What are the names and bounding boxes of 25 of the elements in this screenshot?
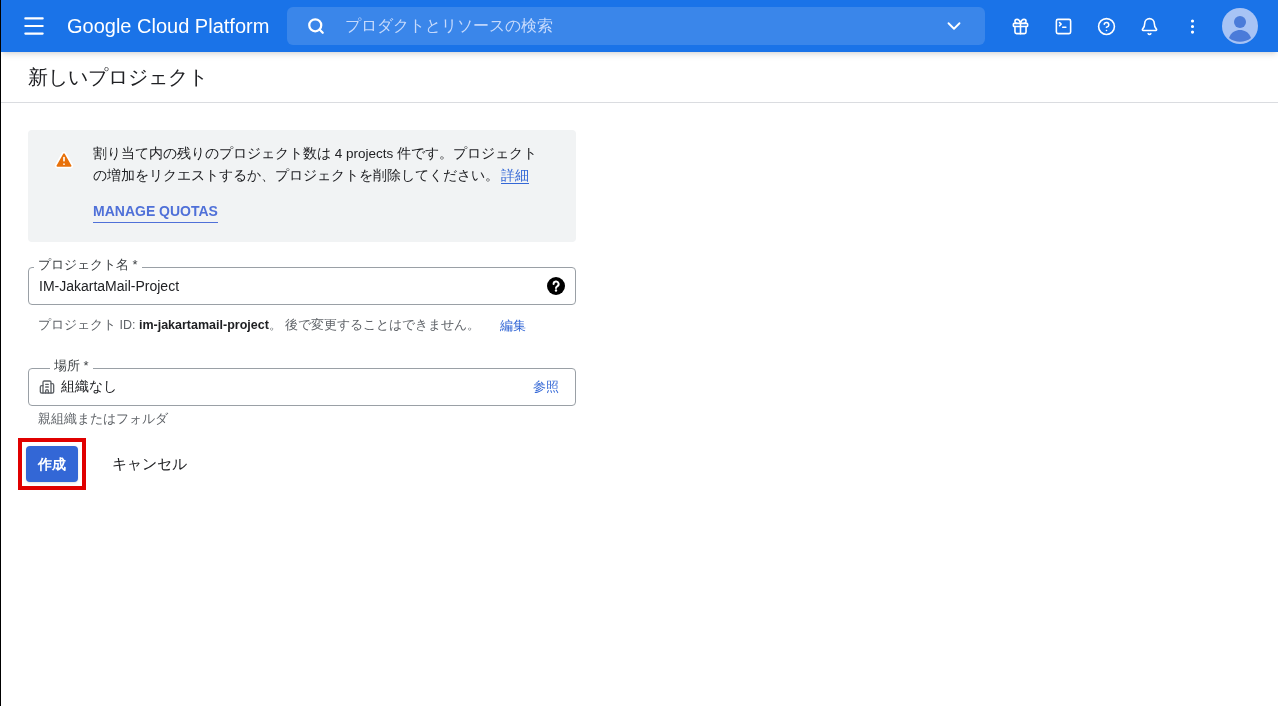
create-button[interactable]: 作成 <box>26 446 78 483</box>
terminal-icon[interactable] <box>1054 16 1073 36</box>
warning-icon <box>54 150 74 170</box>
product-name[interactable]: Google Cloud Platform <box>67 11 270 41</box>
manage-quotas-link[interactable]: MANAGE QUOTAS <box>93 201 218 223</box>
location-hint: 親組織またはフォルダ <box>37 410 169 428</box>
details-link[interactable]: 詳細 <box>501 168 529 184</box>
search-icon <box>307 17 326 35</box>
page-title: 新しいプロジェクト <box>28 65 208 90</box>
field-label: 場所 * <box>50 357 93 374</box>
avatar-icon[interactable] <box>1222 8 1258 44</box>
field-value: IM-JakartaMail-Project <box>39 276 180 296</box>
search-bar[interactable]: プロダクトとリソースの検索 <box>287 7 986 45</box>
edit-link[interactable]: 編集 <box>500 316 527 336</box>
browse-link[interactable]: 参照 <box>533 376 559 397</box>
field-label: プロジェクト名 * <box>34 257 142 273</box>
project-id-hint: プロジェクト ID: im-jakartamail-project。 後で変更することはできません。 <box>38 317 481 335</box>
bell-icon[interactable] <box>1140 16 1159 36</box>
building-icon <box>39 378 55 395</box>
field-value: 組織なし <box>61 377 117 396</box>
gift-icon[interactable] <box>1011 16 1030 36</box>
search-field[interactable]: プロダクトとリソースの検索 <box>345 14 944 38</box>
cancel-button[interactable]: キャンセル <box>100 446 199 483</box>
help-icon[interactable] <box>547 277 565 295</box>
quota-notice-text: 割り当て内の残りのプロジェクト数は 4 projects 件です。プロジェクトの増加をリクエストするか、プロジェクトを削除してください。詳細 <box>93 145 539 186</box>
